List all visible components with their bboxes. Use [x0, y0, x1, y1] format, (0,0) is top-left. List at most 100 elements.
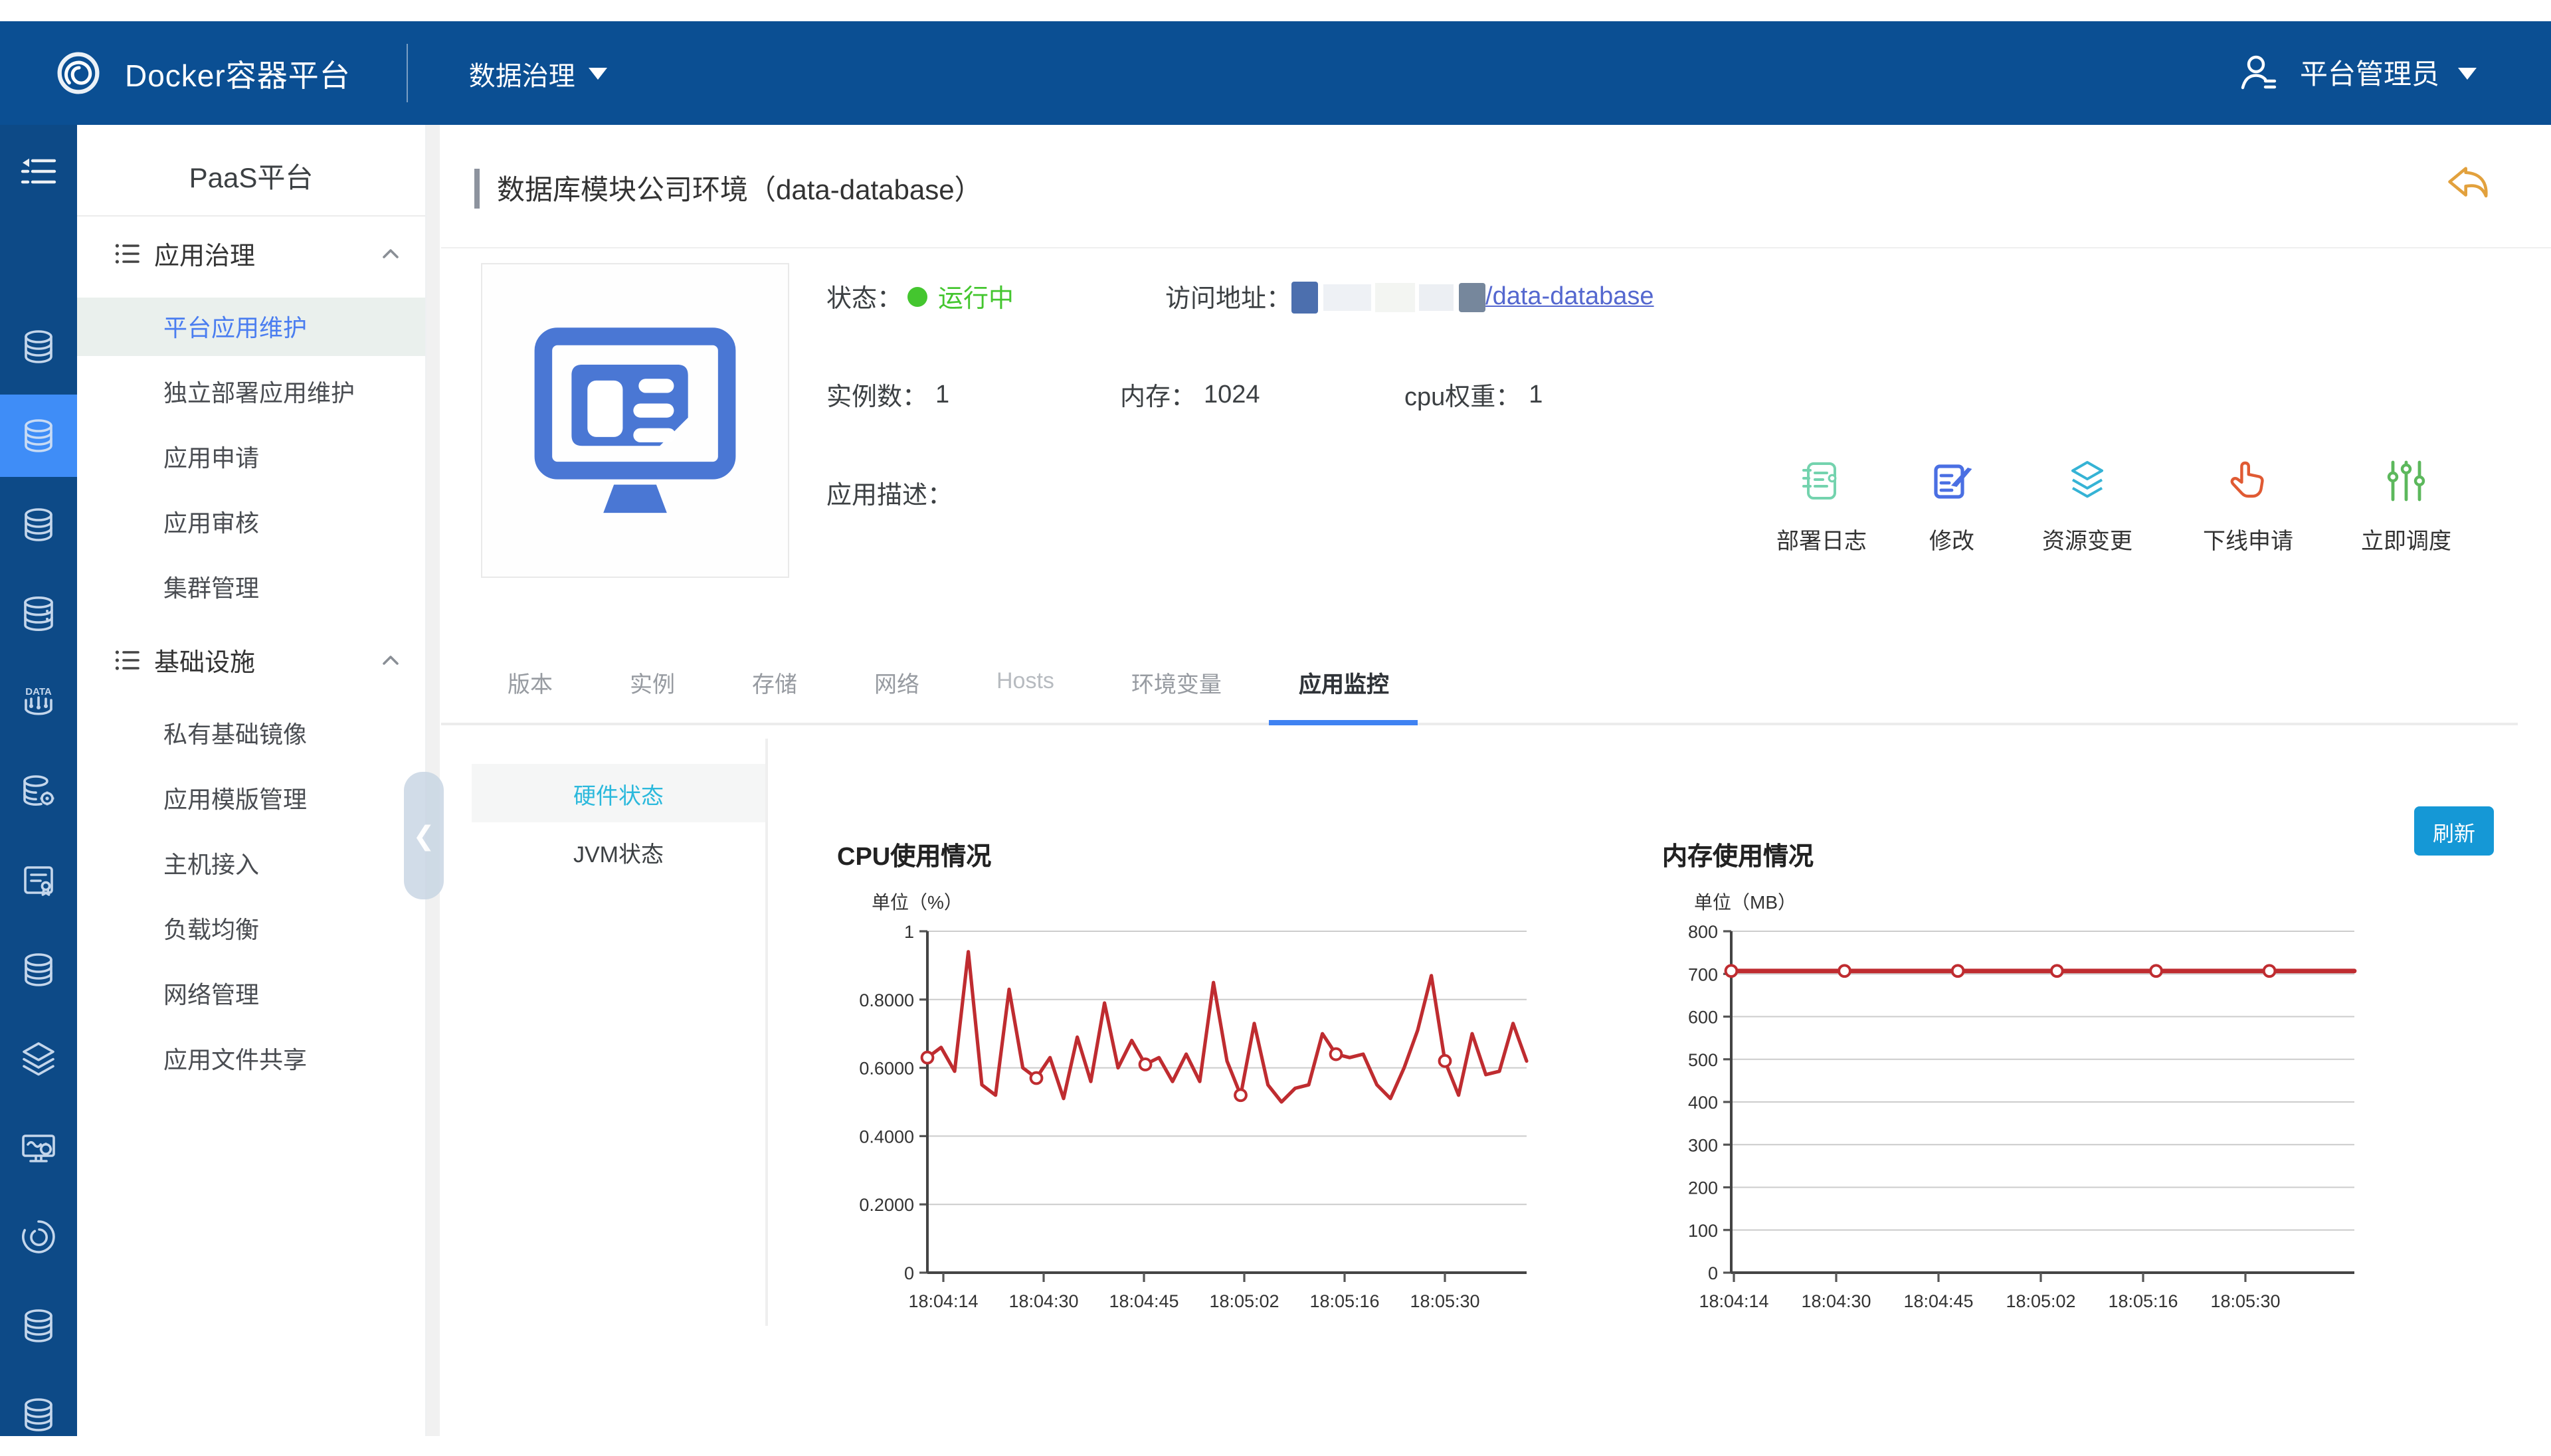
offline-request-icon — [2224, 457, 2272, 511]
svg-text:600: 600 — [1688, 1008, 1718, 1028]
tab-网络[interactable]: 网络 — [874, 640, 919, 723]
action-resource-change-button[interactable]: 资源变更 — [2028, 457, 2147, 555]
top-navbar: Docker容器平台 数据治理 平台管理员 — [0, 21, 2551, 125]
svg-text:100: 100 — [1688, 1221, 1718, 1241]
schedule-now-icon — [2382, 457, 2430, 511]
svg-text:18:05:16: 18:05:16 — [2108, 1291, 2178, 1311]
main-content: 数据库模块公司环境（data-database） 状态： — [441, 125, 2551, 1436]
action-schedule-now-button[interactable]: 立即调度 — [2346, 457, 2466, 555]
sidebar-item[interactable]: 应用审核 — [77, 493, 425, 551]
subnav-item-JVM状态[interactable]: JVM状态 — [472, 822, 765, 881]
return-icon[interactable] — [2442, 159, 2498, 213]
resource-change-icon — [2063, 457, 2111, 511]
rail-item-swirl-icon[interactable] — [0, 1196, 77, 1278]
sidebar-item-label: 应用申请 — [163, 440, 259, 474]
sidebar: PaaS平台 应用治理平台应用维护独立部署应用维护应用申请应用审核集群管理基础设… — [77, 125, 426, 1436]
rail-item-database-icon[interactable] — [0, 1285, 77, 1367]
action-deploy-log-button[interactable]: 部署日志 — [1762, 457, 1881, 555]
svg-text:700: 700 — [1688, 964, 1718, 984]
monitor-subnav: 硬件状态JVM状态 — [472, 764, 765, 881]
sidebar-item-label: 主机接入 — [163, 846, 259, 881]
sidebar-item[interactable]: 平台应用维护 — [77, 298, 425, 356]
svg-text:0: 0 — [1708, 1263, 1718, 1283]
sidebar-item[interactable]: 应用文件共享 — [77, 1030, 425, 1088]
cpu-weight-label: cpu权重： — [1404, 377, 1521, 413]
sidebar-collapse-handle[interactable]: ❮ — [404, 772, 444, 899]
svg-text:DATA: DATA — [25, 686, 52, 697]
brand-title: Docker容器平台 — [125, 50, 351, 96]
action-offline-request-button[interactable]: 下线申请 — [2188, 457, 2308, 555]
rail-item-layers-icon[interactable] — [0, 1018, 77, 1100]
rail-item-database-icon[interactable] — [0, 306, 77, 388]
deploy-log-icon — [1798, 457, 1845, 511]
rail-item-database-icon[interactable] — [0, 395, 77, 477]
rail-item-database-icon[interactable] — [0, 1374, 77, 1456]
svg-text:400: 400 — [1688, 1093, 1718, 1113]
sidebar-item[interactable]: 集群管理 — [77, 558, 425, 616]
svg-text:1: 1 — [904, 922, 914, 942]
tab-应用监控[interactable]: 应用监控 — [1299, 640, 1389, 723]
chevron-up-icon[interactable] — [380, 650, 401, 671]
rail-item-database-gear-icon[interactable] — [0, 751, 77, 833]
user-icon — [2236, 50, 2281, 96]
sidebar-item[interactable]: 私有基础镜像 — [77, 704, 425, 763]
memory-usage-chart: 800700600500400300200100018:04:1418:04:3… — [1657, 918, 2374, 1317]
sidebar-item[interactable]: 应用模版管理 — [77, 769, 425, 828]
swirl-icon — [19, 1217, 58, 1257]
chart-unit-label: 单位（%） — [872, 889, 1544, 915]
svg-text:18:04:14: 18:04:14 — [1699, 1291, 1768, 1311]
tab-Hosts[interactable]: Hosts — [996, 640, 1054, 723]
rail-item-monitor-settings-icon[interactable] — [0, 1107, 77, 1189]
tab-存储[interactable]: 存储 — [752, 640, 797, 723]
sidebar-item-label: 应用文件共享 — [163, 1042, 307, 1076]
instances-label: 实例数： — [826, 377, 927, 413]
instances-value: 1 — [935, 381, 949, 410]
status-value: 运行中 — [938, 279, 1014, 315]
rail-item-database-icon[interactable] — [0, 484, 77, 566]
sidebar-title: PaaS平台 — [77, 125, 425, 215]
memory-usage-chart-block: 内存使用情况单位（MB）800700600500400300200100018:… — [1649, 837, 2374, 1317]
chevron-up-icon[interactable] — [380, 243, 401, 264]
app-url-link[interactable]: /data-database — [1485, 282, 1654, 312]
tab-环境变量[interactable]: 环境变量 — [1131, 640, 1222, 723]
database-icon — [19, 416, 58, 456]
database-icon — [19, 505, 58, 545]
refresh-button[interactable]: 刷新 — [2414, 806, 2494, 856]
cpu-usage-chart-block: CPU使用情况单位（%）10.80000.60000.40000.2000018… — [837, 837, 1544, 1317]
sidebar-item-label: 平台应用维护 — [163, 310, 307, 344]
layers-icon — [19, 1039, 58, 1079]
svg-text:0: 0 — [904, 1263, 914, 1283]
sidebar-item-label: 私有基础镜像 — [163, 716, 307, 751]
nav-menu-data-governance[interactable]: 数据治理 — [469, 54, 607, 92]
svg-text:200: 200 — [1688, 1178, 1718, 1198]
sidebar-item[interactable]: 独立部署应用维护 — [77, 363, 425, 421]
svg-text:18:04:45: 18:04:45 — [1109, 1291, 1179, 1311]
svg-text:18:05:02: 18:05:02 — [2006, 1291, 2075, 1311]
user-chevron-down-icon[interactable] — [2458, 67, 2477, 79]
sidebar-item[interactable]: 网络管理 — [77, 964, 425, 1023]
sidebar-group-1[interactable]: 应用治理 — [77, 217, 425, 291]
tab-实例[interactable]: 实例 — [630, 640, 675, 723]
subnav-item-硬件状态[interactable]: 硬件状态 — [472, 764, 765, 822]
svg-text:18:05:30: 18:05:30 — [2210, 1291, 2280, 1311]
rail-item-database-stack-icon[interactable] — [0, 573, 77, 655]
sidebar-item[interactable]: 主机接入 — [77, 834, 425, 893]
action-edit-button[interactable]: 修改 — [1892, 457, 2012, 555]
user-name[interactable]: 平台管理员 — [2300, 53, 2439, 93]
sidebar-item[interactable]: 应用申请 — [77, 428, 425, 486]
database-icon — [19, 1306, 58, 1346]
database-icon — [19, 950, 58, 990]
action-label: 下线申请 — [2203, 522, 2293, 555]
rail-item-data-icon[interactable]: DATA — [0, 662, 77, 744]
top-white-strip — [0, 0, 2551, 21]
sidebar-item[interactable]: 负载均衡 — [77, 899, 425, 958]
rail-item-menu-icon[interactable] — [0, 130, 77, 213]
sidebar-group-2[interactable]: 基础设施 — [77, 623, 425, 697]
action-label: 修改 — [1929, 522, 1974, 555]
tab-版本[interactable]: 版本 — [508, 640, 553, 723]
sidebar-group-label: 应用治理 — [154, 236, 380, 272]
page-title: 数据库模块公司环境（data-database） — [497, 169, 983, 209]
rail-item-certificate-icon[interactable] — [0, 840, 77, 922]
tabs-row: 版本实例存储网络 Hosts 环境变量应用监控 — [441, 640, 2518, 725]
rail-item-database-icon[interactable] — [0, 929, 77, 1011]
